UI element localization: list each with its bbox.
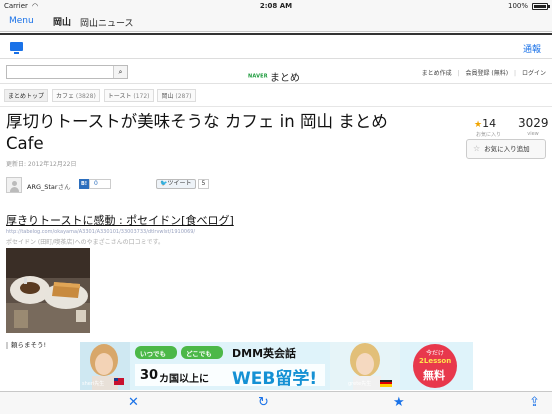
quote-bar [6,341,8,349]
ad-teacher-right: grete先生 [348,381,372,387]
article-date: 更新日: 2012年12月22日 [6,161,77,168]
breadcrumb-top[interactable]: まとめトップ [4,89,49,102]
sub-toolbar: 通報 [0,33,552,59]
ad-line-number: 30 [140,368,159,383]
dmm-ad-banner[interactable]: いつでも どこでも DMM英会話 30 カ国以上に WEB留学! sheri先生… [80,342,473,390]
tag-label: カフェ [55,93,74,100]
add-favorite-button[interactable]: ☆ お気に入り追加 [466,139,546,159]
search-input[interactable]: ⌕ [6,65,128,79]
author-suffix: さん [57,183,71,191]
tweet-button[interactable]: 🐦ツイート 5 [156,179,210,189]
divider: | [514,70,517,77]
source-link-title[interactable]: 厚きりトーストに感動 : ポセイドン[食べログ] [6,212,234,228]
login-link[interactable]: ログイン [522,70,546,77]
favorite-count: ★14 お気に入り [474,112,514,138]
bottom-toolbar: ✕ ↻ ★ ⇪ [0,391,552,414]
ad-badge-anytime: いつでも [140,350,166,358]
tag-label: 岡山 [161,93,174,100]
menu-button[interactable]: Menu [9,16,34,26]
avatar[interactable] [6,177,22,193]
tag-label: トースト [107,93,132,100]
caption-text: 頼らまそう! [11,341,47,349]
reload-icon[interactable]: ↻ [258,395,269,411]
report-button[interactable]: 通報 [523,42,541,55]
article-title: 厚切りトーストが美味そうな カフェ in 岡山 まとめ Cafe [6,112,388,153]
naver-matome-logo[interactable]: NAVER まとめ [248,66,300,84]
tag-count: (3828) [75,93,96,100]
source-description: ポセイドン (田町/喫茶店)へのやまざこさんの口コミです。 [6,239,165,246]
tweet-label: ツイート [167,180,192,187]
header-links: まとめ作成 | 会員登録 (無料) | ログイン [418,68,546,77]
author-id: ARG_Star [27,183,58,191]
ad-teacher-left: sheri先生 [82,381,105,387]
tweet-count: 5 [197,179,210,189]
status-time: 2:08 AM [259,2,293,10]
tag-toast[interactable]: トースト (172) [103,89,154,102]
star-icon: ★ [474,120,483,130]
search-icon[interactable]: ⌕ [113,66,127,78]
ad-headline: WEB留学! [232,369,318,389]
hatena-bookmark-button[interactable]: B! 0 [79,179,111,190]
photo-caption: 頼らまそう! [6,339,46,349]
toast-photo[interactable] [6,248,90,333]
matome-brand: まとめ [269,73,300,84]
star-outline-icon: ☆ [473,144,481,153]
add-favorite-label: お気に入り追加 [484,145,530,153]
tag-count: (172) [133,93,150,100]
ad-badge-anywhere: どこでも [186,350,212,358]
ad-circle-now: 今だけ [426,350,445,357]
status-bar: Carrier ◠ 2:08 AM 100% [0,0,552,12]
ad-circle-free: 無料 [423,369,445,382]
naver-brand: NAVER [248,73,268,80]
view-count: 3029 view [518,112,549,137]
favorite-label: お気に入り [476,132,502,138]
author-name[interactable]: ARG_Starさん [27,181,71,191]
view-number: 3029 [518,116,549,130]
toast-photo-image [6,248,90,333]
create-matome-link[interactable]: まとめ作成 [422,70,452,77]
desktop-icon[interactable] [10,42,23,54]
hatena-icon: B! [79,179,89,189]
divider [0,106,552,107]
ad-line-countries: カ国以上に [159,374,209,385]
divider: | [457,70,460,77]
source-url[interactable]: http://tabelog.com/okayama/A3301/A330101… [6,229,195,235]
star-icon[interactable]: ★ [393,395,405,411]
register-link[interactable]: 会員登録 (無料) [466,70,509,77]
tag-cafe[interactable]: カフェ (3828) [51,89,100,102]
view-label: view [527,131,539,137]
battery-icon [532,3,550,10]
breadcrumb: まとめトップ カフェ (3828) トースト (172) 岡山 (287) [4,89,198,102]
tag-okayama[interactable]: 岡山 (287) [157,89,196,102]
app-title: 岡山ニュース [80,19,134,29]
app-logo: 岡山 [53,18,72,28]
app-nav-bar: Menu 岡山 岡山ニュース [0,12,552,32]
favorite-number: 14 [482,117,497,130]
hatena-count: 0 [89,179,111,189]
naver-header: ⌕ NAVER まとめ まとめ作成 | 会員登録 (無料) | ログイン [0,62,552,84]
ad-circle-lessons: 2Lesson [419,357,452,365]
tag-count: (287) [175,93,192,100]
close-icon[interactable]: ✕ [128,395,139,411]
battery-percent: 100% [507,2,528,10]
tweet-label-box: 🐦ツイート [156,179,196,189]
ad-brand: DMM英会話 [232,347,297,360]
share-icon[interactable]: ⇪ [529,395,540,411]
